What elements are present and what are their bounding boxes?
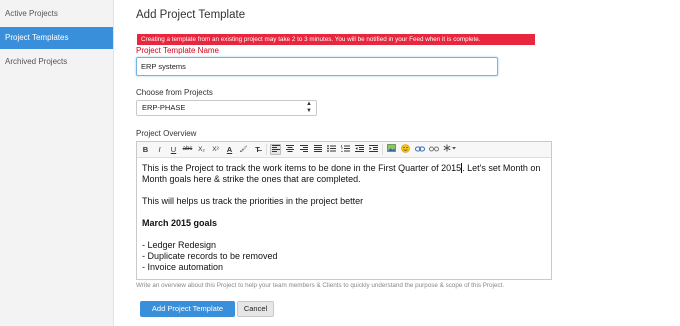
choose-project-select[interactable]: ERP-PHASE ▲ ▼ (136, 100, 317, 116)
overview-hint: Write an overview about this Project to … (136, 282, 505, 289)
toolbar-divider (266, 144, 267, 155)
numbered-list-icon[interactable] (340, 144, 351, 155)
overview-label: Project Overview (136, 129, 197, 138)
font-color-icon[interactable]: A (224, 144, 235, 155)
insert-link-icon[interactable] (414, 144, 425, 155)
page-title: Add Project Template (136, 9, 246, 21)
strikethrough-icon[interactable]: abc (182, 144, 193, 155)
content-list-item: - Duplicate records to be removed (142, 251, 278, 261)
bullet-list-icon[interactable] (326, 144, 337, 155)
more-options-icon[interactable] (442, 144, 456, 155)
toolbar-divider (382, 144, 383, 155)
superscript-icon[interactable]: X² (210, 144, 221, 155)
select-arrows-icon: ▲ ▼ (306, 101, 312, 114)
background-color-icon[interactable]: 🖌 (238, 144, 249, 155)
cancel-button[interactable]: Cancel (237, 301, 274, 317)
underline-icon[interactable]: U (168, 144, 179, 155)
choose-project-value: ERP-PHASE (142, 103, 186, 112)
editor-content[interactable]: This is the Project to track the work it… (137, 158, 551, 278)
align-right-icon[interactable] (298, 144, 309, 155)
add-project-template-button[interactable]: Add Project Template (140, 301, 235, 317)
main-panel: Add Project Template Creating a template… (136, 0, 676, 326)
align-justify-icon[interactable] (312, 144, 323, 155)
emoji-icon[interactable] (400, 144, 411, 155)
unlink-icon[interactable] (428, 144, 439, 155)
outdent-icon[interactable] (354, 144, 365, 155)
content-line: This will helps us track the priorities … (142, 196, 364, 206)
content-gap (142, 229, 546, 240)
sidebar-item-project-templates[interactable]: Project Templates (0, 27, 113, 49)
content-list-item: - Ledger Redesign (142, 240, 217, 250)
subscript-icon[interactable]: X₂ (196, 144, 207, 155)
template-name-input[interactable]: ERP systems (136, 57, 498, 76)
sidebar: Active Projects Project Templates Archiv… (0, 0, 114, 326)
content-gap (142, 185, 546, 196)
sidebar-item-active-projects[interactable]: Active Projects (0, 3, 113, 25)
rich-text-editor[interactable]: B I U abc X₂ X² A 🖌 T̶ This is the Proje… (136, 141, 552, 280)
align-center-icon[interactable] (284, 144, 295, 155)
content-gap (142, 207, 546, 218)
indent-icon[interactable] (368, 144, 379, 155)
clear-format-icon[interactable]: T̶ (252, 144, 263, 155)
content-line: This is the Project to track the work it… (142, 163, 541, 184)
alert-banner: Creating a template from an existing pro… (137, 34, 535, 45)
content-list-item: - Invoice automation (142, 262, 224, 272)
template-name-label: Project Template Name (136, 46, 219, 55)
bold-icon[interactable]: B (140, 144, 151, 155)
italic-icon[interactable]: I (154, 144, 165, 155)
insert-image-icon[interactable] (386, 144, 397, 155)
align-left-icon[interactable] (270, 144, 281, 155)
content-heading: March 2015 goals (142, 218, 218, 228)
text-cursor (461, 163, 463, 173)
choose-project-label: Choose from Projects (136, 88, 213, 97)
editor-toolbar: B I U abc X₂ X² A 🖌 T̶ (137, 142, 551, 158)
sidebar-item-archived-projects[interactable]: Archived Projects (0, 51, 113, 73)
